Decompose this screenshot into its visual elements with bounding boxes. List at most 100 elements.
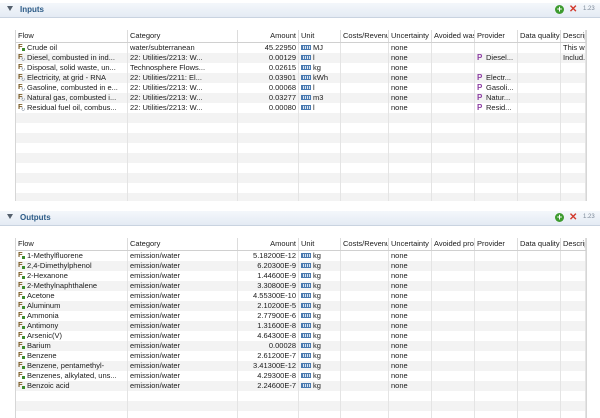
inputs-cell-costs[interactable] (341, 143, 389, 153)
outputs-cell-description[interactable] (561, 271, 586, 281)
inputs-table-row[interactable] (16, 173, 586, 183)
outputs-cell-costs[interactable] (341, 361, 389, 371)
outputs-cell-uncertainty[interactable] (389, 401, 432, 411)
outputs-cell-costs[interactable] (341, 401, 389, 411)
inputs-cell-provider[interactable]: P Diesel... (475, 53, 518, 63)
outputs-cell-costs[interactable] (341, 301, 389, 311)
inputs-cell-costs[interactable] (341, 123, 389, 133)
outputs-cell-avoided[interactable] (432, 321, 475, 331)
outputs-cell-provider[interactable] (475, 311, 518, 321)
inputs-cell-description[interactable] (561, 123, 586, 133)
outputs-cell-uncertainty[interactable]: none (389, 281, 432, 291)
outputs-table-row[interactable]: Benzene, pentamethyl-emission/water 3.413… (16, 361, 586, 371)
outputs-cell-unit[interactable]: kg (299, 341, 341, 351)
inputs-cell-unit[interactable] (299, 193, 341, 201)
inputs-cell-provider[interactable]: P Electr... (475, 73, 518, 83)
inputs-cell-description[interactable] (561, 143, 586, 153)
inputs-cell-amount[interactable]: 45.22950 (238, 43, 299, 53)
outputs-cell-description[interactable] (561, 321, 586, 331)
inputs-table-row[interactable] (16, 133, 586, 143)
collapse-triangle-icon[interactable] (7, 6, 13, 11)
inputs-cell-avoided[interactable] (432, 153, 475, 163)
number-format-icon[interactable]: 1.23 (583, 6, 595, 12)
column-header-quality[interactable]: Data quality (518, 238, 561, 250)
inputs-cell-amount[interactable]: 0.03901 (238, 73, 299, 83)
outputs-cell-unit[interactable]: kg (299, 371, 341, 381)
inputs-cell-uncertainty[interactable] (389, 143, 432, 153)
outputs-cell-quality[interactable] (518, 301, 561, 311)
outputs-cell-description[interactable] (561, 361, 586, 371)
outputs-cell-unit[interactable] (299, 411, 341, 418)
outputs-cell-avoided[interactable] (432, 331, 475, 341)
outputs-cell-category[interactable]: emission/water (128, 271, 238, 281)
outputs-cell-description[interactable] (561, 411, 586, 418)
inputs-cell-unit[interactable]: l (299, 83, 341, 93)
remove-output-icon[interactable]: ✕ (569, 212, 577, 223)
inputs-cell-quality[interactable] (518, 103, 561, 113)
outputs-cell-quality[interactable] (518, 371, 561, 381)
inputs-cell-quality[interactable] (518, 163, 561, 173)
outputs-cell-unit[interactable]: kg (299, 311, 341, 321)
inputs-cell-description[interactable] (561, 93, 586, 103)
outputs-cell-uncertainty[interactable]: none (389, 371, 432, 381)
inputs-cell-uncertainty[interactable] (389, 153, 432, 163)
outputs-cell-amount[interactable]: 1.31600E-8 (238, 321, 299, 331)
outputs-cell-avoided[interactable] (432, 351, 475, 361)
outputs-cell-category[interactable]: emission/water (128, 381, 238, 391)
outputs-cell-provider[interactable] (475, 351, 518, 361)
outputs-table-row[interactable] (16, 411, 586, 418)
inputs-cell-costs[interactable] (341, 43, 389, 53)
inputs-table-row[interactable] (16, 193, 586, 201)
inputs-cell-description[interactable]: Includ... (561, 53, 586, 63)
outputs-cell-avoided[interactable] (432, 341, 475, 351)
inputs-cell-unit[interactable]: l (299, 53, 341, 63)
outputs-cell-quality[interactable] (518, 351, 561, 361)
outputs-cell-category[interactable] (128, 401, 238, 411)
outputs-cell-unit[interactable] (299, 401, 341, 411)
outputs-cell-unit[interactable]: kg (299, 301, 341, 311)
column-header-flow[interactable]: Flow (16, 30, 128, 42)
inputs-table-row[interactable] (16, 183, 586, 193)
inputs-cell-description[interactable] (561, 63, 586, 73)
add-input-icon[interactable]: + (555, 5, 564, 14)
inputs-cell-quality[interactable] (518, 83, 561, 93)
outputs-cell-costs[interactable] (341, 251, 389, 261)
inputs-cell-provider[interactable] (475, 113, 518, 123)
inputs-cell-unit[interactable] (299, 123, 341, 133)
outputs-cell-costs[interactable] (341, 331, 389, 341)
inputs-cell-category[interactable]: water/subterranean (128, 43, 238, 53)
inputs-cell-amount[interactable] (238, 123, 299, 133)
column-header-amount[interactable]: Amount (238, 30, 299, 42)
outputs-cell-uncertainty[interactable]: none (389, 341, 432, 351)
inputs-cell-avoided[interactable] (432, 183, 475, 193)
outputs-cell-provider[interactable] (475, 321, 518, 331)
outputs-cell-provider[interactable] (475, 361, 518, 371)
inputs-cell-uncertainty[interactable] (389, 113, 432, 123)
outputs-cell-amount[interactable] (238, 411, 299, 418)
inputs-cell-provider[interactable] (475, 43, 518, 53)
outputs-cell-description[interactable] (561, 331, 586, 341)
inputs-cell-unit[interactable] (299, 113, 341, 123)
column-header-quality[interactable]: Data quality (518, 30, 561, 42)
inputs-table-row[interactable]: Electricity, at grid - RNA 22: Utilities/… (16, 73, 586, 83)
inputs-cell-quality[interactable] (518, 113, 561, 123)
outputs-cell-unit[interactable]: kg (299, 361, 341, 371)
outputs-cell-description[interactable] (561, 381, 586, 391)
inputs-cell-category[interactable] (128, 183, 238, 193)
inputs-cell-uncertainty[interactable]: none (389, 63, 432, 73)
inputs-table-row[interactable] (16, 143, 586, 153)
outputs-cell-provider[interactable] (475, 271, 518, 281)
inputs-cell-costs[interactable] (341, 173, 389, 183)
outputs-cell-uncertainty[interactable]: none (389, 361, 432, 371)
inputs-cell-avoided[interactable] (432, 173, 475, 183)
outputs-table-row[interactable]: 2,4-Dimethylphenol emission/water 6.20300E… (16, 261, 586, 271)
inputs-cell-provider[interactable] (475, 123, 518, 133)
outputs-cell-costs[interactable] (341, 281, 389, 291)
outputs-cell-unit[interactable]: kg (299, 381, 341, 391)
remove-input-icon[interactable]: ✕ (569, 4, 577, 15)
inputs-cell-avoided[interactable] (432, 163, 475, 173)
inputs-cell-avoided[interactable] (432, 63, 475, 73)
inputs-cell-quality[interactable] (518, 183, 561, 193)
column-header-uncertainty[interactable]: Uncertainty (389, 30, 432, 42)
outputs-cell-description[interactable] (561, 351, 586, 361)
